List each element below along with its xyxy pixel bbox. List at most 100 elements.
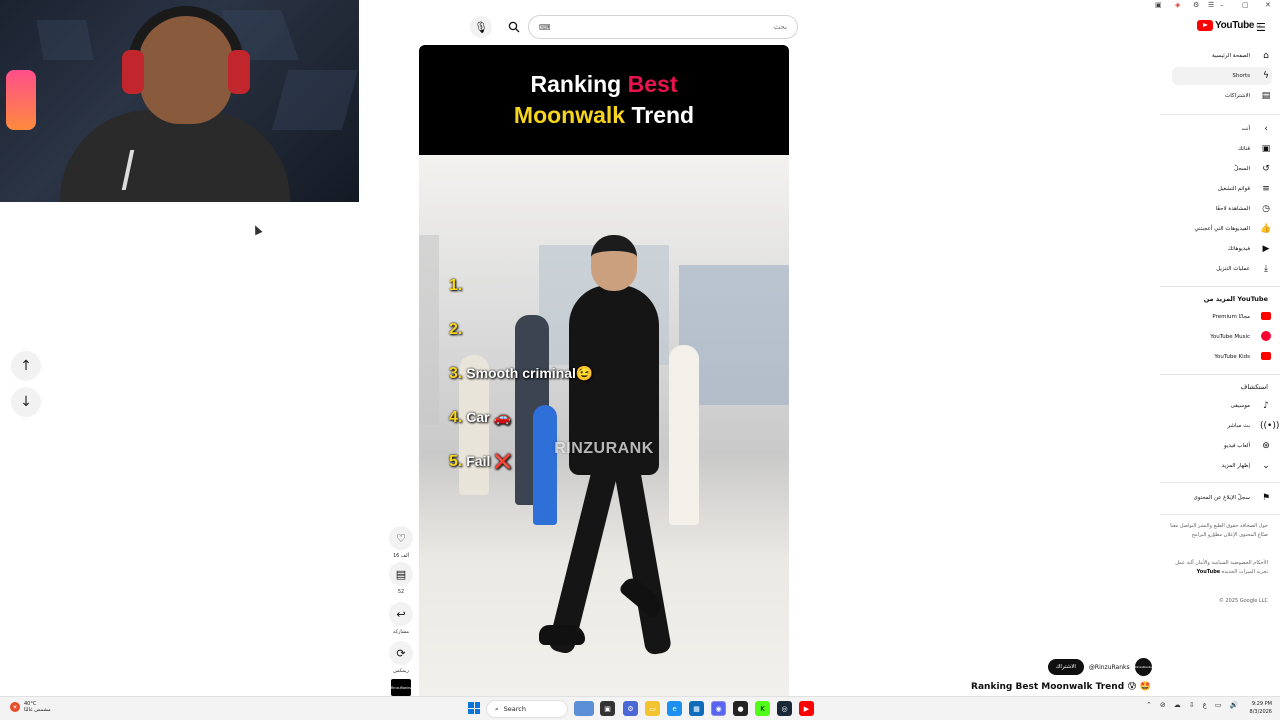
shorts-player[interactable]: Ranking Best Moonwalk Trend 1. 2. 3. Smo… xyxy=(419,45,789,696)
widgets-icon[interactable] xyxy=(574,701,594,716)
chevron-up-icon[interactable]: ⌃ xyxy=(1146,701,1152,709)
remix-button[interactable]: ⟳ xyxy=(389,641,413,665)
sidebar-item-playlists[interactable]: قوائم التشغيل ≡ xyxy=(1172,180,1272,198)
sidebar-item-shorts[interactable]: Shorts ϟ xyxy=(1172,67,1272,85)
menu-icon[interactable]: ☰ xyxy=(1208,1,1214,9)
taskbar-search[interactable]: ⌕ Search xyxy=(486,700,568,718)
sidebar-item-gaming[interactable]: ألعاب فيديو ⊛ xyxy=(1172,437,1272,455)
sidebar-divider xyxy=(1160,482,1280,483)
sidebar-item-your-channel[interactable]: قناتك ▣ xyxy=(1172,140,1272,158)
rank-item: 1. xyxy=(449,277,463,294)
sidebar-section-you[interactable]: أنت ‹ xyxy=(1172,120,1272,138)
shield-icon[interactable]: ◈ xyxy=(1175,1,1180,9)
minimize-icon[interactable]: – xyxy=(1220,1,1224,9)
sidebar-item-downloads[interactable]: عمليات التنزيل ⤓ xyxy=(1172,260,1272,278)
sidebar-item-history[interactable]: السجلّ ↺ xyxy=(1172,160,1272,178)
thumbs-up-icon: 👍 xyxy=(1260,224,1272,234)
sidebar-item-music[interactable]: موسيقى ♪ xyxy=(1172,397,1272,415)
search-input[interactable]: ⌨ بحث xyxy=(528,15,798,39)
network-off-icon[interactable]: ⊘ xyxy=(1160,701,1166,709)
search-icon xyxy=(508,21,520,33)
copyright: © 2025 Google LLC xyxy=(1218,598,1268,604)
monitor-icon[interactable]: ▭ xyxy=(1215,701,1222,709)
sidebar-item-premium[interactable]: Premium مجانًا xyxy=(1172,308,1272,326)
share-action[interactable]: ↩ مشاركة xyxy=(389,602,413,635)
like-button[interactable]: ♡ xyxy=(389,526,413,550)
remix-icon: ⟳ xyxy=(396,646,406,660)
video-title: Ranking Best Moonwalk Trend 😰 🤩 xyxy=(971,682,1151,692)
sidebar-footer-links[interactable]: حول الصحافة حقوق الطبع والنشر التواصل مع… xyxy=(1168,522,1268,540)
share-button[interactable]: ↩ xyxy=(389,602,413,626)
sidebar-item-report-history[interactable]: سجلّ الإبلاغ عن المحتوى ⚑ xyxy=(1172,489,1272,507)
sidebar-item-youtube-music[interactable]: YouTube Music xyxy=(1172,328,1272,346)
channel-avatar[interactable]: RinzuRanks xyxy=(1134,658,1152,676)
maximize-icon[interactable]: ▢ xyxy=(1242,1,1249,9)
extension-icon[interactable]: ▣ xyxy=(1155,1,1162,9)
channel-handle[interactable]: @RinzuRanks xyxy=(1089,664,1130,671)
shorts-icon: ϟ xyxy=(1263,71,1269,81)
share-icon: ↩ xyxy=(396,607,406,621)
channel-row: الاشتراك @RinzuRanks RinzuRanks xyxy=(1047,657,1152,677)
youtube-play-icon xyxy=(1197,20,1213,31)
weather-widget[interactable]: ☀ 40°C مشمس غالبًا xyxy=(10,701,51,713)
music-note-icon: ♪ xyxy=(1263,401,1269,411)
remix-action[interactable]: ⟳ ريمكس xyxy=(389,641,413,674)
youtube-app-icon[interactable]: ▶ xyxy=(799,701,814,716)
search-button[interactable] xyxy=(500,15,528,39)
volume-icon[interactable]: 🔊 xyxy=(1229,701,1238,709)
start-button[interactable] xyxy=(468,702,480,714)
sidebar-item-youtube-kids[interactable]: YouTube Kids xyxy=(1172,348,1272,366)
cloud-icon[interactable]: ☁ xyxy=(1174,701,1181,709)
rank-item: 2. xyxy=(449,321,463,338)
sidebar-item-subscriptions[interactable]: الاشتراكات ▤ xyxy=(1172,87,1272,105)
obs-icon[interactable]: ● xyxy=(733,701,748,716)
steam-icon[interactable]: ◎ xyxy=(777,701,792,716)
webcam-overlay xyxy=(0,0,359,202)
heart-icon: ♡ xyxy=(396,531,406,545)
windows-taskbar: ☀ 40°C مشمس غالبًا ⌕ Search ▣ ⚙ ▭ e ▦ ◉ … xyxy=(0,696,1280,720)
usb-icon[interactable]: ⇩ xyxy=(1189,701,1195,709)
sidebar-item-live[interactable]: بث مباشر ((•)) xyxy=(1172,417,1280,435)
search-icon: ⌕ xyxy=(495,704,499,713)
sidebar-item-liked-videos[interactable]: الفيديوهات التي أعجبتني 👍 xyxy=(1172,220,1272,238)
sidebar-item-show-more[interactable]: إظهار المزيد ⌄ xyxy=(1172,457,1272,475)
youtube-music-icon xyxy=(1261,330,1271,341)
kick-icon[interactable]: K xyxy=(755,701,770,716)
clock-icon: ◷ xyxy=(1262,204,1270,214)
language-indicator[interactable]: ع xyxy=(1203,701,1207,709)
gear-icon[interactable]: ⚙ xyxy=(1193,1,1199,9)
file-explorer-icon[interactable]: ▭ xyxy=(645,701,660,716)
sidebar-explore-header: استكشاف xyxy=(1240,383,1268,391)
close-icon[interactable]: ✕ xyxy=(1265,1,1271,9)
sidebar-more-header: المزيد من YouTube xyxy=(1203,295,1268,303)
previous-short-button[interactable]: ↑ xyxy=(11,351,41,381)
live-icon: ((•)) xyxy=(1260,421,1280,431)
youtube-logo[interactable]: YouTube SA xyxy=(1197,20,1261,31)
arrow-down-icon: ↓ xyxy=(20,394,32,410)
hamburger-menu-icon[interactable]: ☰ xyxy=(1256,21,1266,34)
like-action[interactable]: ♡ 16 ألف xyxy=(389,526,413,559)
comment-icon: ▤ xyxy=(395,567,407,581)
next-short-button[interactable]: ↓ xyxy=(11,387,41,417)
screen: ↑ ↓ 🎙 ⌨ بحث Ranking Best Moonwalk Trend xyxy=(0,0,1280,720)
edge-icon[interactable]: e xyxy=(667,701,682,716)
subscribe-button[interactable]: الاشتراك xyxy=(1047,659,1084,675)
chevron-down-icon: ⌄ xyxy=(1262,461,1270,471)
overlay-title-line-2: Moonwalk Trend xyxy=(513,102,695,128)
teams-icon[interactable]: ⚙ xyxy=(623,701,638,716)
sidebar-footer-policy[interactable]: الأحكام الخصوصية السياسة والأمان آلية عم… xyxy=(1168,559,1268,577)
sidebar-item-watch-later[interactable]: المشاهدة لاحقًا ◷ xyxy=(1172,200,1272,218)
task-view-icon[interactable]: ▣ xyxy=(600,701,615,716)
gamepad-icon: ⊛ xyxy=(1262,441,1270,451)
search-placeholder: بحث xyxy=(773,23,787,31)
comment-button[interactable]: ▤ xyxy=(389,562,413,586)
sidebar-item-your-videos[interactable]: فيديوهاتك ▶ xyxy=(1172,240,1272,258)
voice-search-button[interactable]: 🎙 xyxy=(470,16,492,38)
keyboard-icon[interactable]: ⌨ xyxy=(539,23,551,32)
discord-icon[interactable]: ◉ xyxy=(711,701,726,716)
sound-channel-avatar[interactable]: RinzuRanks xyxy=(391,679,411,696)
store-icon[interactable]: ▦ xyxy=(689,701,704,716)
sidebar-item-home[interactable]: الصفحة الرئيسية ⌂ xyxy=(1172,47,1272,65)
taskbar-clock[interactable]: 9:29 PM 8/3/2026 xyxy=(1242,700,1272,716)
comment-action[interactable]: ▤ 52 xyxy=(389,562,413,595)
